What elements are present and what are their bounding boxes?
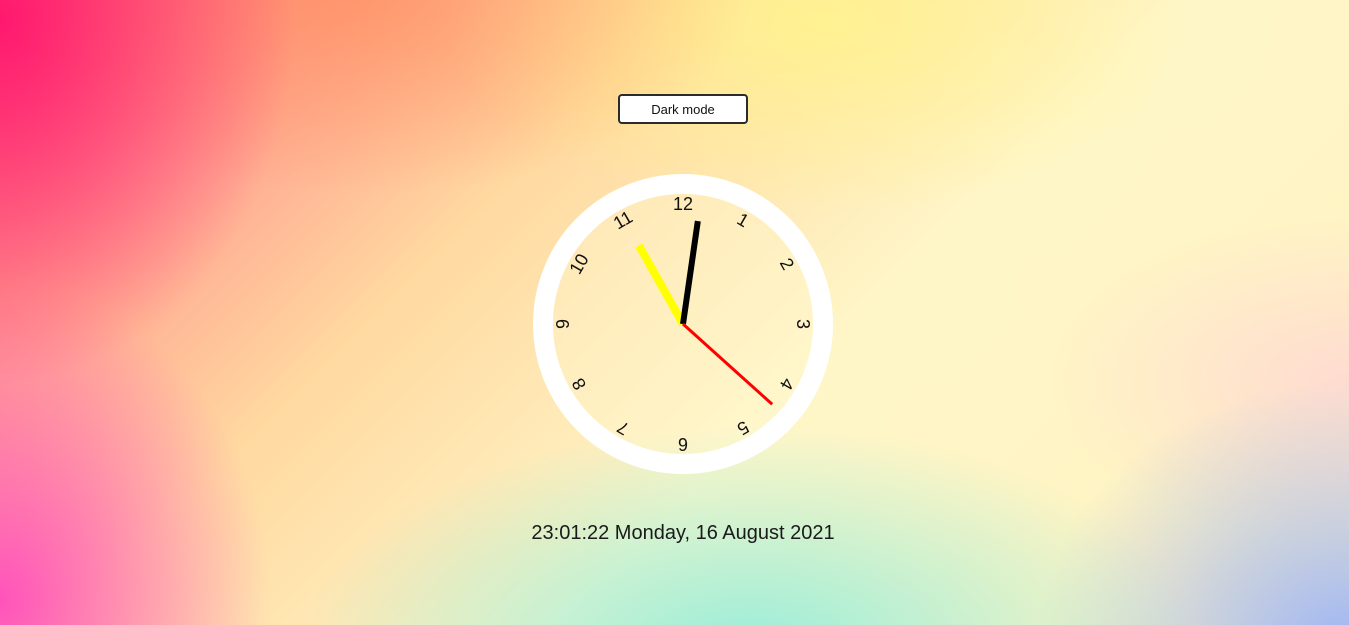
- clock-numeral-12: 12: [673, 194, 693, 214]
- clock-numeral-6: 6: [678, 434, 688, 454]
- dark-mode-button[interactable]: Dark mode: [618, 94, 748, 124]
- analog-clock: 12 1 2 3 4 5 6 7 8 9 10 11: [533, 174, 833, 474]
- datetime-text: 23:01:22 Monday, 16 August 2021: [531, 522, 835, 544]
- clock-numeral-3: 3: [793, 319, 813, 329]
- clock-face-svg: 121234567891011: [533, 174, 833, 474]
- clock-numeral-9: 9: [553, 319, 573, 329]
